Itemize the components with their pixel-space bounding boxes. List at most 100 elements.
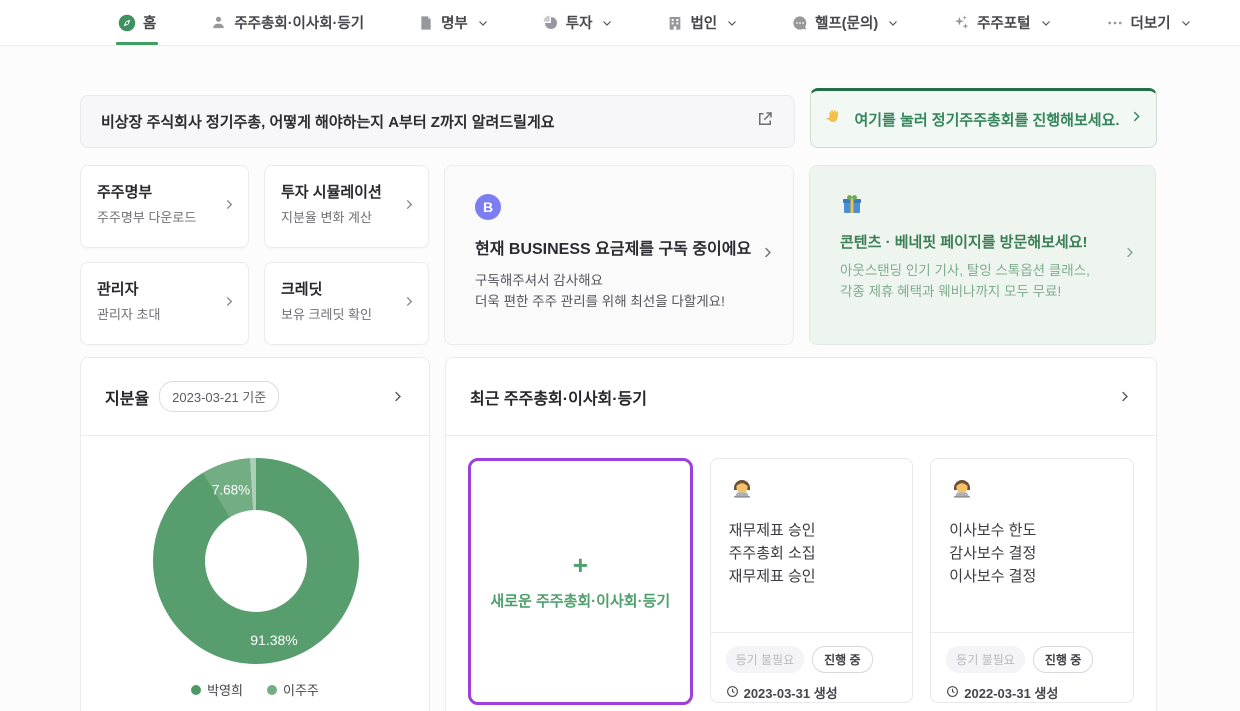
chart-legend: 박영희 이주주	[81, 680, 429, 699]
legend-item: 박영희	[191, 680, 243, 699]
record-created-date: 2023-03-31 생성	[744, 683, 838, 702]
quick-card-title: 주주명부	[97, 181, 220, 202]
benefit-line1: 아웃스탠딩 인기 기사, 탈잉 스톡옵션 클래스,	[840, 260, 1115, 281]
quick-card-title: 관리자	[97, 278, 220, 299]
plan-line1: 구독해주셔서 감사해요	[475, 270, 753, 291]
ownership-header[interactable]: 지분율 2023-03-21 기준	[81, 358, 429, 436]
ownership-donut: 7.68% 91.38%	[153, 458, 359, 664]
nav-label: 법인	[690, 12, 717, 33]
nav-item-investment[interactable]: 투자	[543, 0, 614, 45]
chevron-down-icon	[1040, 17, 1052, 29]
nav-item-home[interactable]: 홈	[118, 0, 156, 45]
quick-card-title: 투자 시뮬레이션	[281, 181, 400, 202]
nav-item-help[interactable]: 헬프(문의)	[792, 0, 899, 45]
nav-item-shareholder-portal[interactable]: 주주포털	[953, 0, 1051, 45]
clock-icon	[946, 685, 959, 701]
document-icon	[418, 15, 434, 31]
home-icon	[118, 14, 136, 32]
record-line: 주주총회 소집	[729, 542, 895, 565]
as-of-date-badge: 2023-03-21 기준	[159, 381, 279, 412]
chevron-right-icon	[222, 197, 236, 216]
legend-label: 박영희	[207, 680, 243, 699]
record-created-date: 2022-03-31 생성	[964, 683, 1058, 702]
nav-label: 주주총회·이사회·등기	[234, 12, 364, 33]
nav-item-register[interactable]: 명부	[418, 0, 489, 45]
legend-label: 이주주	[283, 680, 319, 699]
quick-card-subtitle: 보유 크레딧 확인	[281, 304, 400, 323]
external-link-icon[interactable]	[756, 110, 774, 133]
quick-card-subtitle: 지분율 변화 계산	[281, 207, 400, 226]
registry-badge: 등기 불필요	[726, 646, 805, 673]
building-icon	[667, 15, 683, 31]
chevron-down-icon	[477, 17, 489, 29]
plan-badge-icon: B	[475, 194, 501, 220]
legend-dot	[191, 685, 201, 695]
meeting-record-card[interactable]: 재무제표 승인 주주총회 소집 재무제표 승인 등기 불필요 진행 중	[710, 458, 914, 703]
benefit-title: 콘텐츠 · 베네핏 페이지를 방문해보세요!	[840, 231, 1115, 252]
benefit-line2: 각종 제휴 혜택과 웨비나까지 모두 무료!	[840, 281, 1115, 302]
new-meeting-card[interactable]: + 새로운 주주총회·이사회·등기	[468, 458, 693, 705]
recent-meetings-panel: 최근 주주총회·이사회·등기 + 새로운 주주총회·이사회·등기 재무제표 승인	[445, 357, 1157, 711]
meeting-record-card[interactable]: 이사보수 한도 감사보수 결정 이사보수 결정 등기 불필요 진행 중	[930, 458, 1134, 703]
quick-links: 주주명부 주주명부 다운로드 투자 시뮬레이션 지분율 변화 계산 관리자 관리…	[80, 165, 429, 345]
clap-hands-icon	[824, 107, 844, 132]
nav-label: 헬프(문의)	[815, 12, 878, 33]
chevron-right-icon	[402, 294, 416, 313]
pie-icon	[543, 15, 559, 31]
nav-label: 홈	[143, 12, 156, 33]
chevron-right-icon[interactable]	[390, 389, 405, 404]
quick-card-subtitle: 관리자 초대	[97, 304, 220, 323]
chevron-right-icon	[760, 245, 775, 265]
quick-card-subtitle: 주주명부 다운로드	[97, 207, 220, 226]
clock-icon	[726, 685, 739, 701]
chevron-right-icon	[1122, 245, 1137, 265]
quick-card-shareholder-register[interactable]: 주주명부 주주명부 다운로드	[80, 165, 249, 248]
subscription-plan-card[interactable]: B 현재 BUSINESS 요금제를 구독 중이에요 구독해주셔서 감사해요 더…	[444, 165, 794, 345]
ownership-panel: 지분율 2023-03-21 기준 7.68% 91.38% 박영희	[80, 357, 430, 711]
record-line: 재무제표 승인	[729, 565, 895, 588]
technologist-emoji	[949, 476, 1115, 507]
ownership-title: 지분율	[105, 385, 149, 409]
sparkles-icon	[953, 14, 970, 31]
chevron-right-icon[interactable]	[1117, 389, 1132, 404]
agm-guide-banner[interactable]: 비상장 주식회사 정기주총, 어떻게 해야하는지 A부터 Z까지 알려드릴게요	[80, 95, 795, 148]
donut-label-major: 91.38%	[250, 632, 297, 648]
chevron-down-icon	[1180, 17, 1192, 29]
person-icon	[210, 14, 227, 31]
record-line: 이사보수 결정	[949, 565, 1115, 588]
legend-dot	[267, 685, 277, 695]
new-meeting-label: 새로운 주주총회·이사회·등기	[490, 590, 670, 611]
chevron-down-icon	[601, 17, 613, 29]
nav-item-corporation[interactable]: 법인	[667, 0, 738, 45]
chevron-right-icon	[1130, 110, 1143, 128]
nav-item-meetings[interactable]: 주주총회·이사회·등기	[210, 0, 364, 45]
technologist-emoji	[729, 476, 895, 507]
chat-icon	[792, 15, 808, 31]
recent-header[interactable]: 최근 주주총회·이사회·등기	[446, 358, 1156, 436]
plan-line2: 더욱 편한 주주 관리를 위해 최선을 다할게요!	[475, 291, 753, 312]
record-line: 감사보수 결정	[949, 542, 1115, 565]
nav-label: 명부	[441, 12, 468, 33]
nav-label: 주주포털	[977, 12, 1030, 33]
main-content: 비상장 주식회사 정기주총, 어떻게 해야하는지 A부터 Z까지 알려드릴게요 …	[0, 46, 1240, 711]
nav-label: 더보기	[1131, 12, 1171, 33]
guide-banner-text: 비상장 주식회사 정기주총, 어떻게 해야하는지 A부터 Z까지 알려드릴게요	[101, 111, 756, 132]
top-navigation: 홈 주주총회·이사회·등기 명부 투자 법인	[0, 0, 1240, 46]
more-dots-icon	[1106, 14, 1124, 32]
nav-item-more[interactable]: 더보기	[1106, 0, 1192, 45]
legend-item: 이주주	[267, 680, 319, 699]
donut-label-minor: 7.68%	[212, 483, 250, 498]
plus-icon: +	[573, 552, 588, 578]
status-badge: 진행 중	[1033, 646, 1093, 673]
start-agm-text: 여기를 눌러 정기주주총회를 진행해보세요.	[854, 109, 1119, 130]
content-benefit-card[interactable]: 콘텐츠 · 베네핏 페이지를 방문해보세요! 아웃스탠딩 인기 기사, 탈잉 스…	[809, 165, 1156, 345]
quick-card-credit[interactable]: 크레딧 보유 크레딧 확인	[264, 262, 429, 345]
record-line: 재무제표 승인	[729, 519, 895, 542]
nav-label: 투자	[566, 12, 593, 33]
start-agm-banner[interactable]: 여기를 눌러 정기주주총회를 진행해보세요.	[810, 88, 1157, 148]
quick-card-investment-simulation[interactable]: 투자 시뮬레이션 지분율 변화 계산	[264, 165, 429, 248]
quick-card-admin[interactable]: 관리자 관리자 초대	[80, 262, 249, 345]
chevron-down-icon	[887, 17, 899, 29]
gift-icon	[840, 192, 1115, 221]
status-badge: 진행 중	[812, 646, 872, 673]
